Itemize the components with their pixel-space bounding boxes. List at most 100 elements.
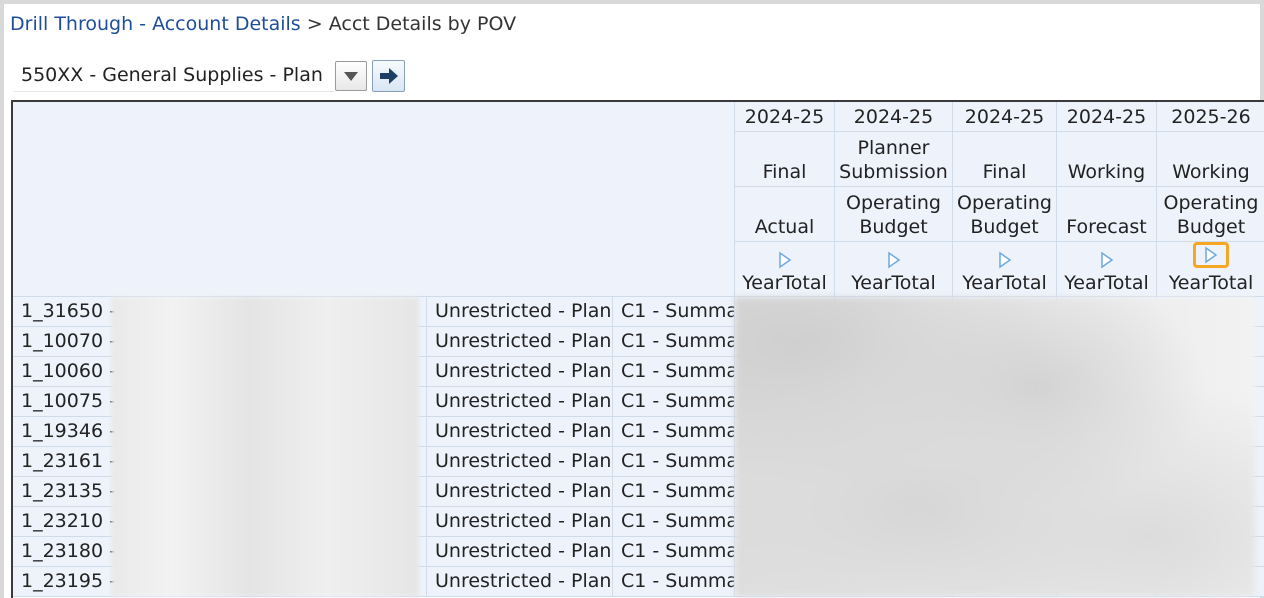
summary-cell: C1 - Summary bbox=[613, 387, 735, 417]
table-row[interactable]: 1_10075 -Unrestricted - PlanC1 - Summary bbox=[13, 387, 1264, 417]
header-year: 2024-25 bbox=[953, 102, 1057, 132]
table-row[interactable]: 1_23161 -Unrestricted - PlanC1 - Summary bbox=[13, 447, 1264, 477]
fund-cell: Unrestricted - Plan bbox=[427, 567, 613, 597]
summary-cell: C1 - Summary bbox=[613, 477, 735, 507]
value-cell bbox=[953, 357, 1057, 387]
header-scenario-label: Operating Budget bbox=[1163, 192, 1259, 238]
value-cell bbox=[735, 537, 835, 567]
expand-triangle-icon[interactable] bbox=[1100, 251, 1114, 269]
table-row[interactable]: 1_10060 -Unrestricted - PlanC1 - Summary bbox=[13, 357, 1264, 387]
value-cell bbox=[953, 507, 1057, 537]
header-scenario: Operating Budget bbox=[953, 187, 1057, 242]
value-cell bbox=[835, 537, 953, 567]
value-cell bbox=[735, 567, 835, 597]
pov-go-button[interactable] bbox=[372, 60, 405, 92]
expand-triangle-icon[interactable] bbox=[1204, 246, 1218, 264]
header-version: Working bbox=[1057, 132, 1157, 187]
value-cell bbox=[1157, 357, 1264, 387]
value-cell bbox=[1157, 477, 1264, 507]
column-header: 2024-25 Final Actual YearTotal bbox=[735, 102, 835, 297]
account-cell: 1_10075 - bbox=[13, 387, 427, 417]
highlighted-expand-button[interactable] bbox=[1193, 242, 1229, 268]
value-cell bbox=[953, 327, 1057, 357]
header-year-label: 2024-25 bbox=[744, 106, 825, 128]
value-cell bbox=[735, 387, 835, 417]
column-header: 2024-25 Final Operating Budget YearTotal bbox=[953, 102, 1057, 297]
header-scenario-label: Actual bbox=[754, 216, 815, 238]
value-cell bbox=[735, 417, 835, 447]
table-row[interactable]: 1_23135 -Unrestricted - PlanC1 - Summary bbox=[13, 477, 1264, 507]
account-cell: 1_19346 - bbox=[13, 417, 427, 447]
value-cell bbox=[1157, 327, 1264, 357]
expand-triangle-icon[interactable] bbox=[778, 251, 792, 269]
value-cell bbox=[953, 537, 1057, 567]
table-row[interactable]: 1_23210 -Unrestricted - PlanC1 - Summary bbox=[13, 507, 1264, 537]
header-period: YearTotal bbox=[1057, 242, 1157, 297]
fund-cell: Unrestricted - Plan bbox=[427, 447, 613, 477]
value-cell bbox=[1057, 357, 1157, 387]
value-cell bbox=[1057, 537, 1157, 567]
fund-cell: Unrestricted - Plan bbox=[427, 327, 613, 357]
pov-selector-value[interactable]: 550XX - General Supplies - Plan bbox=[14, 60, 334, 92]
triangle-down-icon bbox=[344, 71, 358, 81]
header-year-label: 2024-25 bbox=[1066, 106, 1147, 128]
pov-dropdown-button[interactable] bbox=[335, 61, 367, 91]
value-cell bbox=[1157, 567, 1264, 597]
value-cell bbox=[953, 417, 1057, 447]
header-version-label: Final bbox=[762, 161, 807, 183]
header-version: Final bbox=[953, 132, 1057, 187]
breadcrumb-link-drill-through[interactable]: Drill Through - Account Details bbox=[10, 13, 301, 35]
fund-cell: Unrestricted - Plan bbox=[427, 387, 613, 417]
value-cell bbox=[1157, 297, 1264, 327]
value-cell bbox=[735, 507, 835, 537]
header-period: YearTotal bbox=[835, 242, 953, 297]
value-cell bbox=[1157, 387, 1264, 417]
breadcrumb: Drill Through - Account Details > Acct D… bbox=[10, 13, 516, 35]
summary-cell: C1 - Summary bbox=[613, 357, 735, 387]
grid-corner bbox=[13, 102, 735, 297]
expand-triangle-icon[interactable] bbox=[998, 251, 1012, 269]
header-version: Planner Submission bbox=[835, 132, 953, 187]
header-version: Working bbox=[1157, 132, 1264, 187]
summary-cell: C1 - Summary bbox=[613, 507, 735, 537]
table-row[interactable]: 1_23195 -Unrestricted - PlanC1 - Summary bbox=[13, 567, 1264, 597]
value-cell bbox=[953, 567, 1057, 597]
value-cell bbox=[953, 387, 1057, 417]
expand-triangle-icon[interactable] bbox=[887, 251, 901, 269]
account-cell: 1_23135 - bbox=[13, 477, 427, 507]
value-cell bbox=[953, 447, 1057, 477]
header-year: 2024-25 bbox=[735, 102, 835, 132]
summary-cell: C1 - Summary bbox=[613, 327, 735, 357]
summary-cell: C1 - Summary bbox=[613, 447, 735, 477]
value-cell bbox=[735, 357, 835, 387]
header-scenario-label: Forecast bbox=[1066, 216, 1147, 238]
header-period-label: YearTotal bbox=[1168, 272, 1254, 294]
table-row[interactable]: 1_19346 -Unrestricted - PlanC1 - Summary bbox=[13, 417, 1264, 447]
table-row[interactable]: 1_10070 -Unrestricted - PlanC1 - Summary bbox=[13, 327, 1264, 357]
value-cell bbox=[735, 447, 835, 477]
table-row[interactable]: 1_31650 -Unrestricted - PlanC1 - Summary bbox=[13, 297, 1264, 327]
value-cell bbox=[1057, 417, 1157, 447]
account-cell: 1_10070 - bbox=[13, 327, 427, 357]
data-grid: 2024-25 Final Actual YearTotal 2024-25 Planne… bbox=[11, 100, 1264, 598]
header-scenario: Actual bbox=[735, 187, 835, 242]
value-cell bbox=[1057, 297, 1157, 327]
fund-cell: Unrestricted - Plan bbox=[427, 417, 613, 447]
header-year-label: 2024-25 bbox=[853, 106, 934, 128]
header-scenario: Operating Budget bbox=[1157, 187, 1264, 242]
fund-cell: Unrestricted - Plan bbox=[427, 537, 613, 567]
table-row[interactable]: 1_23180 -Unrestricted - PlanC1 - Summary bbox=[13, 537, 1264, 567]
value-cell bbox=[1157, 537, 1264, 567]
header-scenario: Forecast bbox=[1057, 187, 1157, 242]
header-year: 2024-25 bbox=[835, 102, 953, 132]
header-version: Final bbox=[735, 132, 835, 187]
header-period-label: YearTotal bbox=[962, 272, 1047, 294]
value-cell bbox=[1057, 567, 1157, 597]
summary-cell: C1 - Summary bbox=[613, 567, 735, 597]
header-year: 2025-26 bbox=[1157, 102, 1264, 132]
header-period-label: YearTotal bbox=[1064, 272, 1149, 294]
header-scenario-label: Operating Budget bbox=[957, 192, 1052, 238]
value-cell bbox=[835, 327, 953, 357]
summary-cell: C1 - Summary bbox=[613, 417, 735, 447]
value-cell bbox=[1057, 447, 1157, 477]
